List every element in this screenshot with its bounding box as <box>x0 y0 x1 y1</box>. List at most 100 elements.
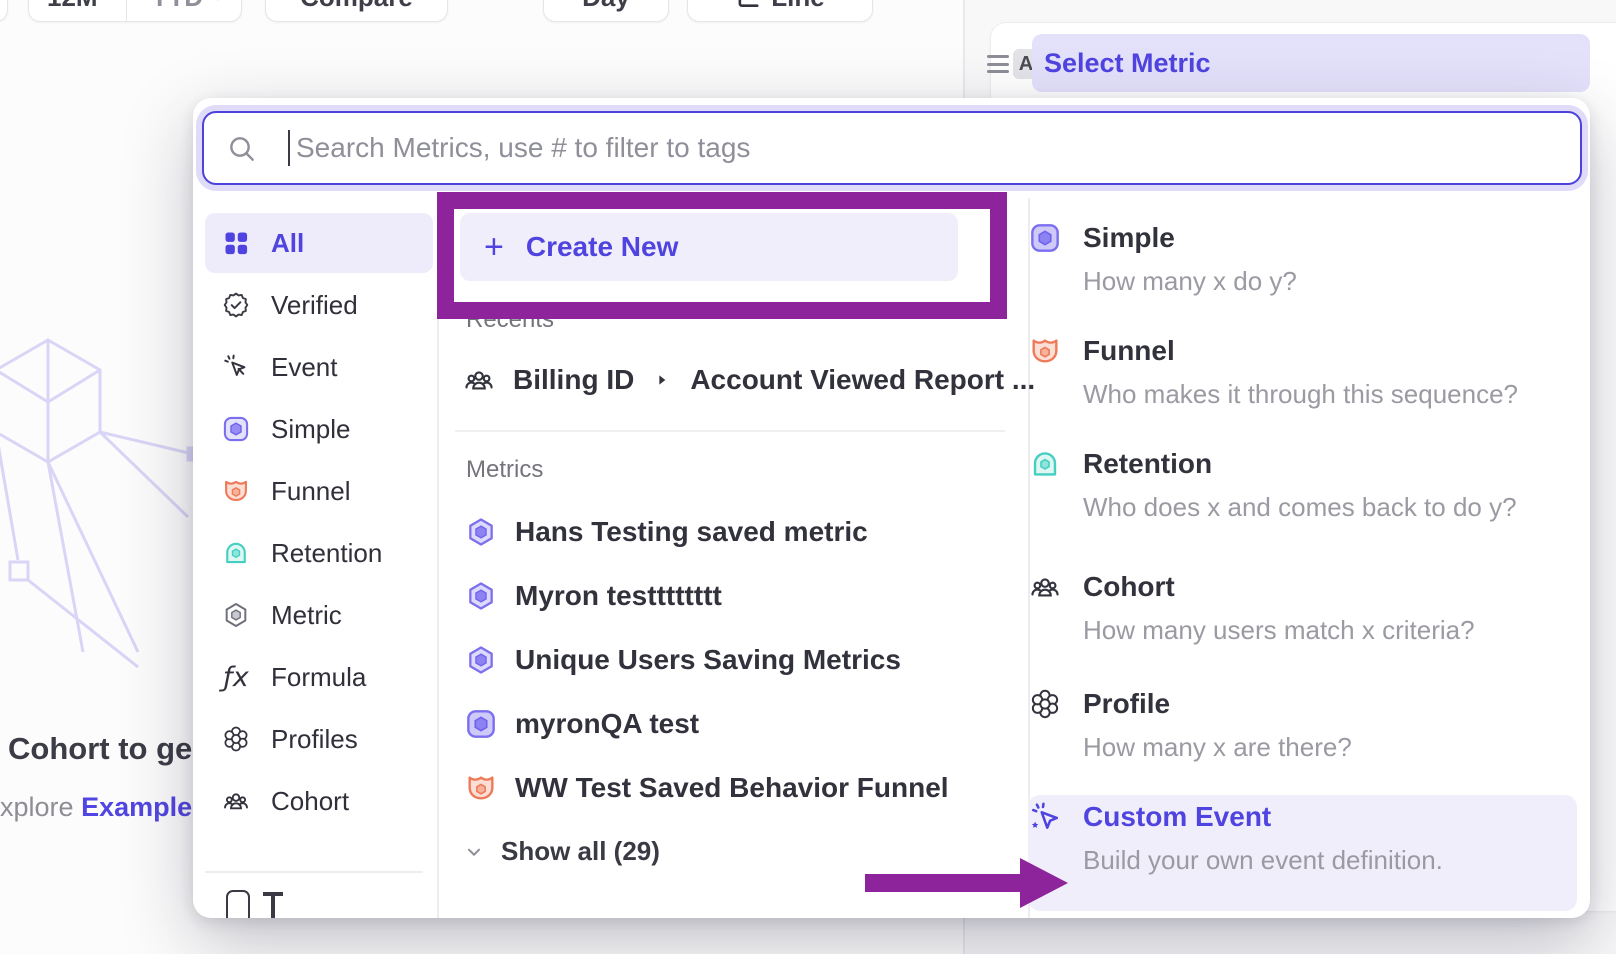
chevron-down-icon <box>463 841 485 863</box>
simple-metric-icon <box>465 708 497 740</box>
metric-name: Hans Testing saved metric <box>515 516 868 548</box>
category-funnel[interactable]: Funnel <box>205 461 433 521</box>
metrics-header: Metrics <box>466 456 543 484</box>
type-funnel-desc: Who makes it through this sequence? <box>1083 379 1518 409</box>
type-simple-desc: How many x do y? <box>1083 266 1297 296</box>
funnel-icon <box>1029 335 1061 367</box>
clipped-category-label <box>263 892 283 918</box>
type-funnel[interactable]: Funnel <box>1083 335 1175 367</box>
clipped-category-icon <box>226 890 250 918</box>
recent-item[interactable]: Billing ID Account Viewed Report ... <box>463 364 1035 396</box>
text-caret <box>288 130 290 166</box>
chevron-down-icon <box>209 0 227 6</box>
annotation-arrow <box>860 850 1075 916</box>
range-ytd-label: YTD <box>151 0 203 13</box>
profiles-icon <box>221 724 251 754</box>
funnel-icon <box>221 476 251 506</box>
retention-icon <box>1029 448 1061 480</box>
chart-type-label: Line <box>771 0 824 13</box>
select-metric-pill[interactable]: Select Metric <box>1032 34 1590 92</box>
canvas-explore-fragment: xplore Example <box>0 792 192 823</box>
type-cohort[interactable]: Cohort <box>1083 571 1175 603</box>
type-profile-desc: How many x are there? <box>1083 732 1352 762</box>
compare-button[interactable]: Compare <box>265 0 448 22</box>
category-label: Formula <box>271 662 366 693</box>
chart-type-button[interactable]: Line <box>687 0 873 22</box>
cohort-icon <box>463 364 495 396</box>
metric-name: myronQA test <box>515 708 699 740</box>
metric-list-item[interactable]: myronQA test <box>465 708 699 740</box>
show-all-label: Show all (29) <box>501 836 660 867</box>
granularity-button[interactable]: Day <box>543 0 669 22</box>
example-link[interactable]: Example <box>81 792 192 822</box>
verified-badge-icon <box>221 290 251 320</box>
type-retention[interactable]: Retention <box>1083 448 1212 480</box>
metric-name: Myron testttttttt <box>515 580 722 612</box>
formula-icon: ƒx <box>221 662 251 692</box>
category-event[interactable]: Event <box>205 337 433 397</box>
metric-name: WW Test Saved Behavior Funnel <box>515 772 949 804</box>
category-label: Simple <box>271 414 350 445</box>
category-formula[interactable]: ƒx Formula <box>205 647 433 707</box>
type-cohort-desc: How many users match x criteria? <box>1083 615 1475 645</box>
category-all[interactable]: All <box>205 213 433 273</box>
cohort-icon <box>221 786 251 816</box>
profiles-icon <box>1029 688 1061 720</box>
type-custom-event-desc: Build your own event definition. <box>1083 845 1443 875</box>
screen: { "toolbar": { "range_12m": "12M", "rang… <box>0 0 1616 954</box>
category-simple[interactable]: Simple <box>205 399 433 459</box>
type-custom-event[interactable]: Custom Event <box>1083 801 1271 833</box>
search-bar <box>202 111 1582 185</box>
metric-list-item[interactable]: WW Test Saved Behavior Funnel <box>465 772 949 804</box>
category-retention[interactable]: Retention <box>205 523 433 583</box>
recents-metrics-divider <box>455 430 1005 432</box>
grid-icon <box>221 228 251 258</box>
simple-metric-icon <box>1029 222 1061 254</box>
select-metric-label: Select Metric <box>1044 48 1211 79</box>
category-label: Verified <box>271 290 358 321</box>
metric-name: Unique Users Saving Metrics <box>515 644 901 676</box>
category-label: Retention <box>271 538 382 569</box>
explore-text-fragment: xplore <box>0 792 74 822</box>
sidebar-section-divider <box>205 871 423 873</box>
type-retention-desc: Who does x and comes back to do y? <box>1083 492 1517 522</box>
metric-list-item[interactable]: Myron testttttttt <box>465 580 722 612</box>
search-input[interactable] <box>202 111 1582 185</box>
hexagon-badge-icon <box>465 516 497 548</box>
annotation-highlight-box <box>437 192 1007 319</box>
show-all-toggle[interactable]: Show all (29) <box>463 836 660 867</box>
range-ytd-button[interactable]: YTD <box>137 0 241 13</box>
event-cursor-icon <box>221 352 251 382</box>
category-label: Funnel <box>271 476 351 507</box>
triangle-right-icon <box>654 372 670 388</box>
category-profiles[interactable]: Profiles <box>205 709 433 769</box>
canvas-headline-fragment: Cohort to ge <box>8 731 192 767</box>
category-metric[interactable]: Metric <box>205 585 433 645</box>
metric-hexagon-icon <box>221 600 251 630</box>
category-label: Profiles <box>271 724 358 755</box>
granularity-label: Day <box>582 0 630 13</box>
clipped-toolbar-button[interactable] <box>0 0 8 22</box>
wireframe-cube-graphic <box>0 322 208 672</box>
type-profile[interactable]: Profile <box>1083 688 1170 720</box>
simple-metric-icon <box>221 414 251 444</box>
cohort-icon <box>1029 571 1061 603</box>
custom-event-icon <box>1029 801 1061 833</box>
hexagon-badge-icon <box>465 644 497 676</box>
drag-handle-icon[interactable] <box>987 55 1009 75</box>
category-cohort[interactable]: Cohort <box>205 771 433 831</box>
compare-label: Compare <box>300 0 413 13</box>
date-range-control[interactable]: 12M YTD <box>28 0 242 22</box>
line-chart-icon <box>735 0 761 10</box>
hexagon-badge-icon <box>465 580 497 612</box>
recent-item-name: Account Viewed Report ... <box>690 364 1035 396</box>
retention-icon <box>221 538 251 568</box>
type-simple[interactable]: Simple <box>1083 222 1175 254</box>
range-12m-button[interactable]: 12M <box>29 0 116 13</box>
search-icon <box>226 133 258 165</box>
segment-divider <box>126 0 128 21</box>
recent-item-prefix: Billing ID <box>513 364 634 396</box>
metric-list-item[interactable]: Unique Users Saving Metrics <box>465 644 901 676</box>
metric-list-item[interactable]: Hans Testing saved metric <box>465 516 868 548</box>
category-verified[interactable]: Verified <box>205 275 433 335</box>
